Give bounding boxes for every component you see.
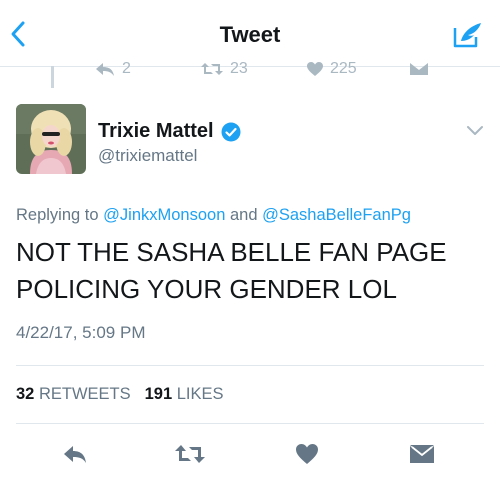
compose-icon: [453, 23, 481, 48]
engagement-stats: 32 RETWEETS 191 LIKES: [16, 385, 224, 404]
reply-icon: [64, 446, 86, 463]
like-count: 191: [144, 385, 173, 403]
retweet-icon: [201, 63, 223, 75]
avatar-image: [16, 104, 86, 174]
tweet-text: NOT THE SASHA BELLE FAN PAGE POLICING YO…: [16, 234, 486, 308]
retweets-stat[interactable]: 32 RETWEETS: [16, 385, 131, 403]
chevron-down-icon: [467, 126, 483, 135]
retweet-count: 32: [16, 385, 35, 403]
author-name: Trixie Mattel: [98, 120, 214, 142]
tweet-timestamp: 4/22/17, 5:09 PM: [16, 323, 146, 342]
avatar[interactable]: [16, 104, 86, 174]
previous-like-count: 225: [330, 60, 357, 77]
divider: [16, 423, 484, 424]
retweet-icon: [175, 445, 205, 463]
tweet-options-button[interactable]: [466, 124, 484, 136]
mention-link[interactable]: @SashaBelleFanPg: [262, 206, 411, 224]
previous-like-button[interactable]: 225: [306, 58, 357, 80]
author-name-row[interactable]: Trixie Mattel: [98, 120, 241, 143]
reply-icon: [96, 63, 114, 76]
and-word: and: [229, 206, 258, 224]
previous-retweet-button[interactable]: 23: [200, 58, 248, 80]
verified-icon: [221, 122, 241, 141]
divider: [16, 365, 484, 366]
previous-reply-count: 2: [122, 60, 131, 77]
mention-link[interactable]: @JinkxMonsoon: [103, 206, 225, 224]
previous-reply-button[interactable]: 2: [94, 58, 131, 80]
like-button[interactable]: [295, 442, 319, 466]
previous-tweet-actions: 2 23 225: [0, 58, 500, 80]
direct-message-button[interactable]: [409, 442, 435, 466]
reply-button[interactable]: [62, 442, 88, 466]
replying-prefix: Replying to: [16, 206, 99, 224]
top-nav-bar: Tweet: [0, 0, 500, 67]
tweet-text-line: NOT THE SASHA BELLE FAN PAGE: [16, 237, 447, 267]
like-icon: [307, 62, 323, 76]
likes-stat[interactable]: 191 LIKES: [145, 385, 224, 403]
page-title: Tweet: [219, 22, 281, 47]
author-handle[interactable]: @trixiemattel: [98, 146, 197, 166]
retweet-button[interactable]: [174, 442, 206, 466]
direct-message-icon: [410, 445, 434, 463]
previous-dm-button[interactable]: [409, 58, 429, 80]
likes-label: LIKES: [176, 385, 224, 403]
replying-to-line: Replying to @JinkxMonsoon and @SashaBell…: [16, 206, 411, 225]
retweets-label: RETWEETS: [38, 385, 131, 403]
previous-retweet-count: 23: [230, 60, 248, 77]
compose-button[interactable]: [452, 20, 484, 50]
direct-message-icon: [410, 63, 428, 75]
like-icon: [296, 444, 318, 464]
tweet-text-line: POLICING YOUR GENDER LOL: [16, 274, 397, 304]
